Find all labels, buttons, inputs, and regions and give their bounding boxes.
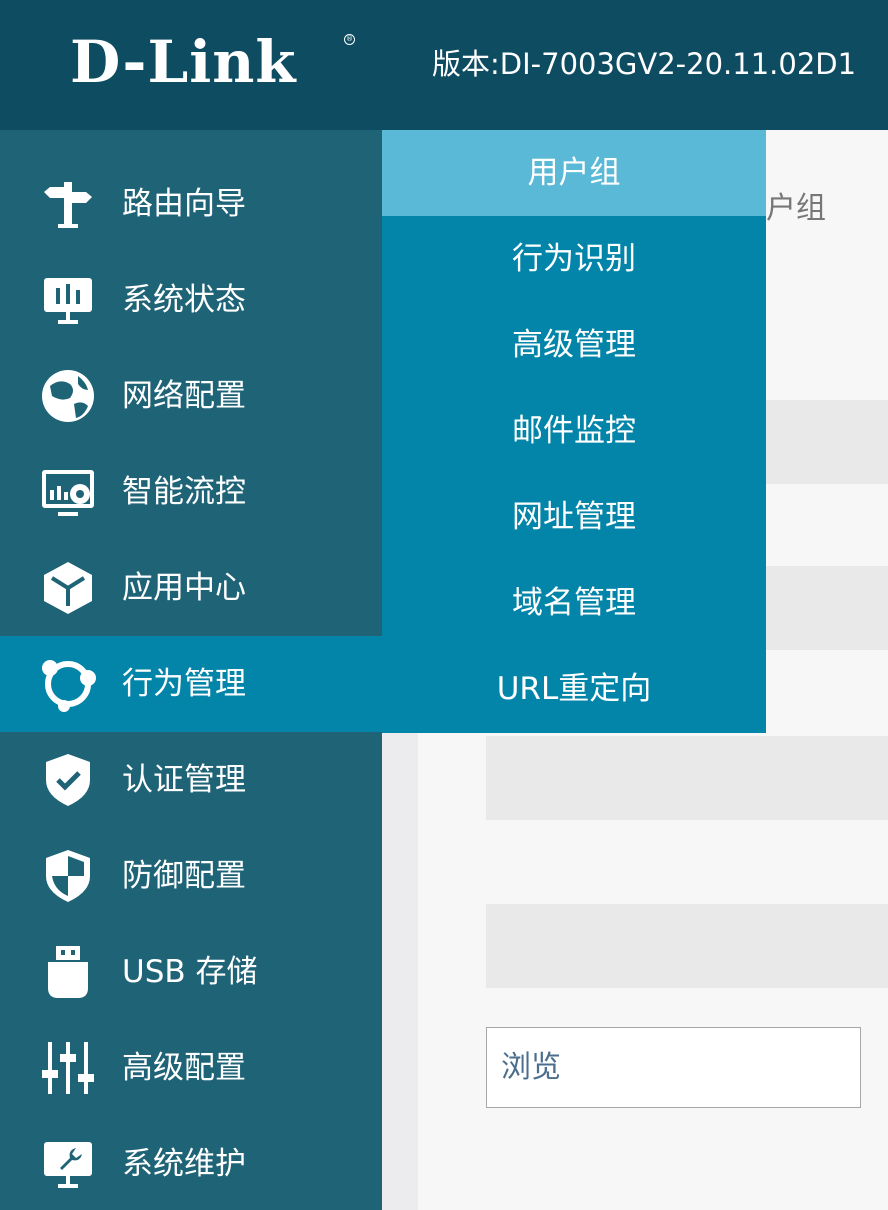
submenu-item-url-redirect[interactable]: URL重定向 xyxy=(382,646,766,732)
sidebar-item-system-status[interactable]: 系统状态 xyxy=(0,252,382,348)
sidebar-item-app-center[interactable]: 应用中心 xyxy=(0,540,382,636)
sidebar-item-label: 防御配置 xyxy=(122,858,246,894)
sidebar-item-system-maintenance[interactable]: 系统维护 xyxy=(0,1116,382,1210)
sidebar-item-auth-management[interactable]: 认证管理 xyxy=(0,732,382,828)
sidebar-item-route-wizard[interactable]: 路由向导 xyxy=(0,156,382,252)
sidebar-item-behavior-management[interactable]: 行为管理 xyxy=(0,636,382,732)
network-nodes-icon xyxy=(40,656,96,712)
sidebar-item-label: 高级配置 xyxy=(122,1050,246,1086)
content-row-divider xyxy=(766,566,888,650)
submenu-item-behavior-recognition[interactable]: 行为识别 xyxy=(382,216,766,302)
sidebar-item-label: 系统状态 xyxy=(122,282,246,318)
submenu-item-mail-monitor[interactable]: 邮件监控 xyxy=(382,388,766,474)
dashboard-icon xyxy=(40,464,96,520)
globe-icon xyxy=(40,368,96,424)
sidebar-item-label: 网络配置 xyxy=(122,378,246,414)
sliders-icon xyxy=(40,1040,96,1096)
submenu-item-domain-management[interactable]: 域名管理 xyxy=(382,560,766,646)
submenu-item-advanced-management[interactable]: 高级管理 xyxy=(382,302,766,388)
signpost-icon xyxy=(40,176,96,232)
monitor-chart-icon xyxy=(40,272,96,328)
top-header: D-Link ® 版本:DI-7003GV2-20.11.02D1 xyxy=(0,0,888,130)
sidebar-item-label: 认证管理 xyxy=(122,762,246,798)
shield-icon xyxy=(40,848,96,904)
wrench-monitor-icon xyxy=(40,1136,96,1192)
sidebar-item-label: 智能流控 xyxy=(122,474,246,510)
app-root: D-Link ® 版本:DI-7003GV2-20.11.02D1 户组 浏览 … xyxy=(0,0,888,1210)
sidebar-item-smart-flow[interactable]: 智能流控 xyxy=(0,444,382,540)
browse-field[interactable]: 浏览 xyxy=(486,1027,861,1108)
sidebar-item-network-config[interactable]: 网络配置 xyxy=(0,348,382,444)
content-row-divider xyxy=(486,736,888,820)
sidebar-item-label: 路由向导 xyxy=(122,186,246,222)
sidebar-item-label: 行为管理 xyxy=(122,666,246,702)
submenu-item-url-management[interactable]: 网址管理 xyxy=(382,474,766,560)
shield-check-icon xyxy=(40,752,96,808)
sidebar-item-label: USB 存储 xyxy=(122,954,258,990)
usb-icon xyxy=(40,944,96,1000)
content-row-divider xyxy=(486,904,888,988)
cube-icon xyxy=(40,560,96,616)
firmware-version: 版本:DI-7003GV2-20.11.02D1 xyxy=(432,47,857,81)
behavior-submenu: 用户组 行为识别 高级管理 邮件监控 网址管理 域名管理 URL重定向 xyxy=(382,130,766,733)
sidebar-item-label: 系统维护 xyxy=(122,1146,246,1182)
sidebar-item-label: 应用中心 xyxy=(122,570,246,606)
sidebar-item-usb-storage[interactable]: USB 存储 xyxy=(0,924,382,1020)
sidebar-nav: 路由向导 系统状态 网络配置 智能流控 应用中心 行为管理 认证管理 防御配置 … xyxy=(0,130,382,1210)
sidebar-item-advanced-config[interactable]: 高级配置 xyxy=(0,1020,382,1116)
content-row-divider xyxy=(766,400,888,484)
dlink-logo[interactable]: D-Link xyxy=(70,24,297,100)
registered-mark: ® xyxy=(344,34,355,45)
submenu-item-user-group[interactable]: 用户组 xyxy=(382,130,766,216)
sidebar-item-defense-config[interactable]: 防御配置 xyxy=(0,828,382,924)
breadcrumb: 户组 xyxy=(766,191,826,226)
